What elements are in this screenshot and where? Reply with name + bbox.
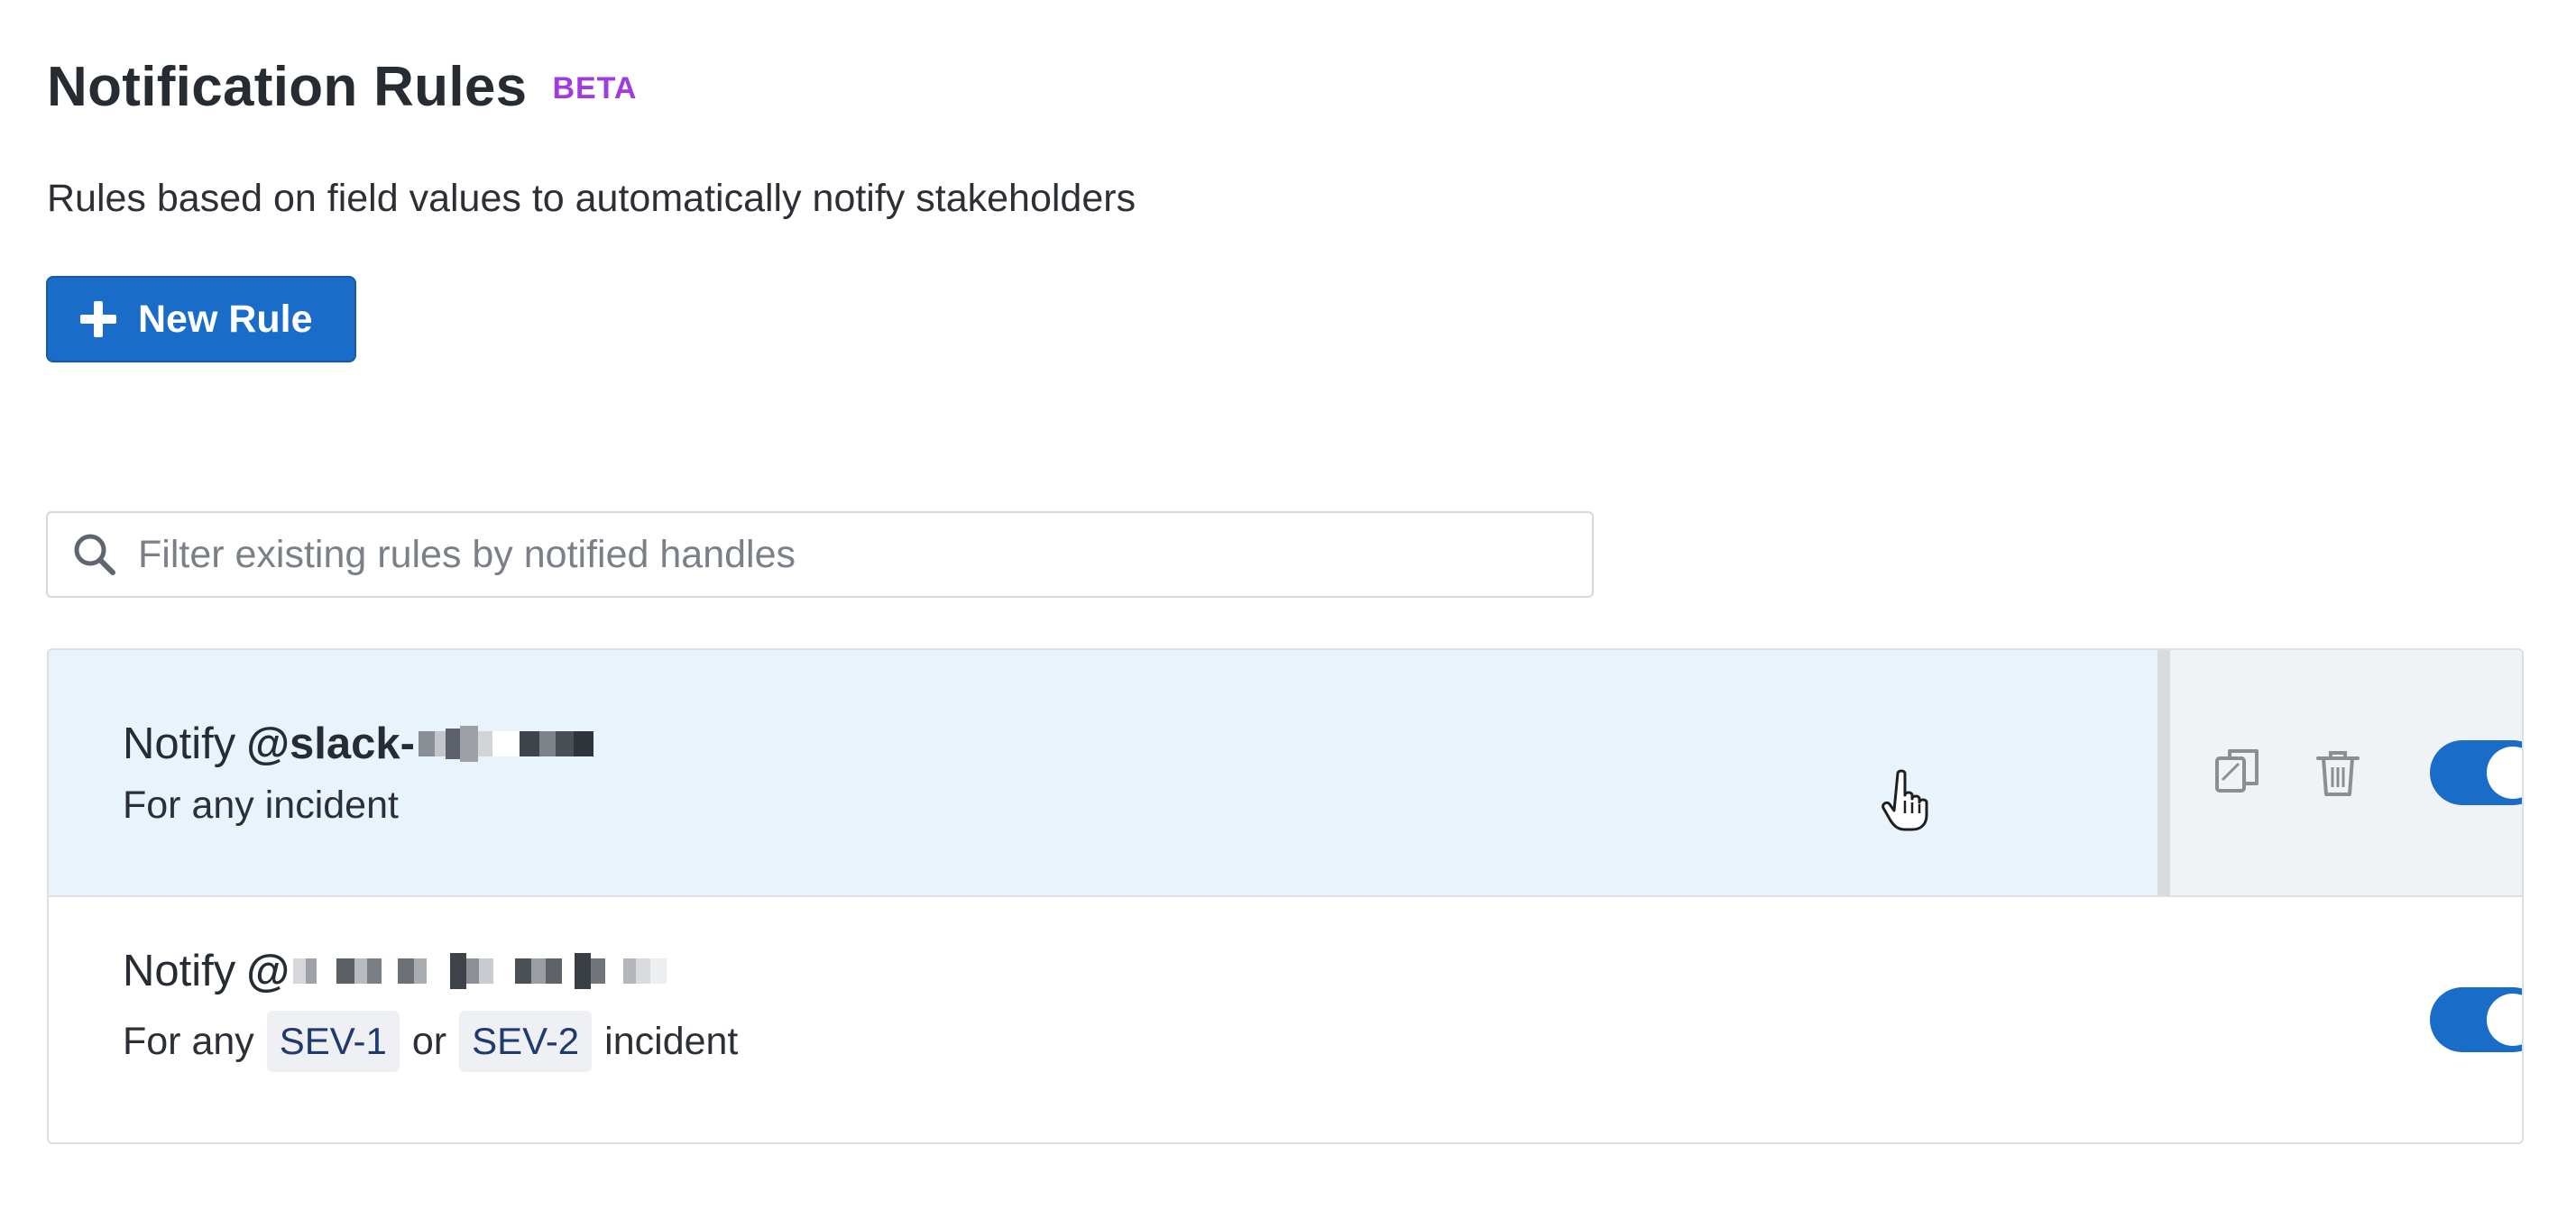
- condition-suffix: incident: [604, 1019, 739, 1063]
- notify-handle: @slack-: [246, 719, 415, 768]
- row-divider: [2157, 650, 2170, 895]
- notification-rules-page: Notification Rules BETA Rules based on f…: [0, 0, 2576, 1219]
- toggle-knob: [2487, 747, 2522, 799]
- filter-rules-search[interactable]: [46, 511, 1594, 598]
- redacted-handle: [293, 948, 667, 994]
- page-subtitle: Rules based on field values to automatic…: [47, 177, 1136, 220]
- plus-icon: [80, 301, 116, 337]
- page-header: Notification Rules BETA: [47, 50, 637, 123]
- rule-enabled-toggle[interactable]: [2430, 740, 2522, 805]
- new-rule-button[interactable]: New Rule: [46, 276, 356, 362]
- rule-notify-line: Notify @slack-: [123, 719, 593, 769]
- rule-item[interactable]: Notify @ For any SEV-1 or SEV-2 incident: [49, 897, 2522, 1142]
- condition-prefix: For any: [123, 1019, 254, 1063]
- severity-tag: SEV-1: [266, 1011, 400, 1072]
- rule-enabled-toggle[interactable]: [2430, 987, 2522, 1052]
- page-title: Notification Rules: [47, 55, 528, 118]
- redacted-handle: [418, 720, 593, 767]
- toggle-knob: [2487, 994, 2522, 1046]
- notify-label: Notify: [123, 947, 236, 995]
- rules-list: Notify @slack- For any incident Notify @…: [47, 648, 2524, 1144]
- rule-condition: For any SEV-1 or SEV-2 incident: [123, 1011, 738, 1072]
- rule-notify-line: Notify @: [123, 946, 667, 996]
- rule-item[interactable]: Notify @slack- For any incident: [49, 650, 2522, 895]
- beta-badge: BETA: [552, 70, 638, 105]
- condition-conjunction: or: [411, 1019, 447, 1063]
- rule-row-body[interactable]: [49, 650, 2157, 895]
- notify-label: Notify: [123, 719, 236, 768]
- search-input[interactable]: [138, 518, 1592, 591]
- severity-tag: SEV-2: [459, 1011, 593, 1072]
- notify-handle: @: [246, 947, 290, 995]
- trash-icon[interactable]: [2309, 744, 2367, 802]
- new-rule-label: New Rule: [138, 297, 313, 341]
- copy-icon[interactable]: [2212, 744, 2269, 802]
- rule-condition: For any incident: [123, 784, 399, 827]
- search-icon: [74, 534, 115, 575]
